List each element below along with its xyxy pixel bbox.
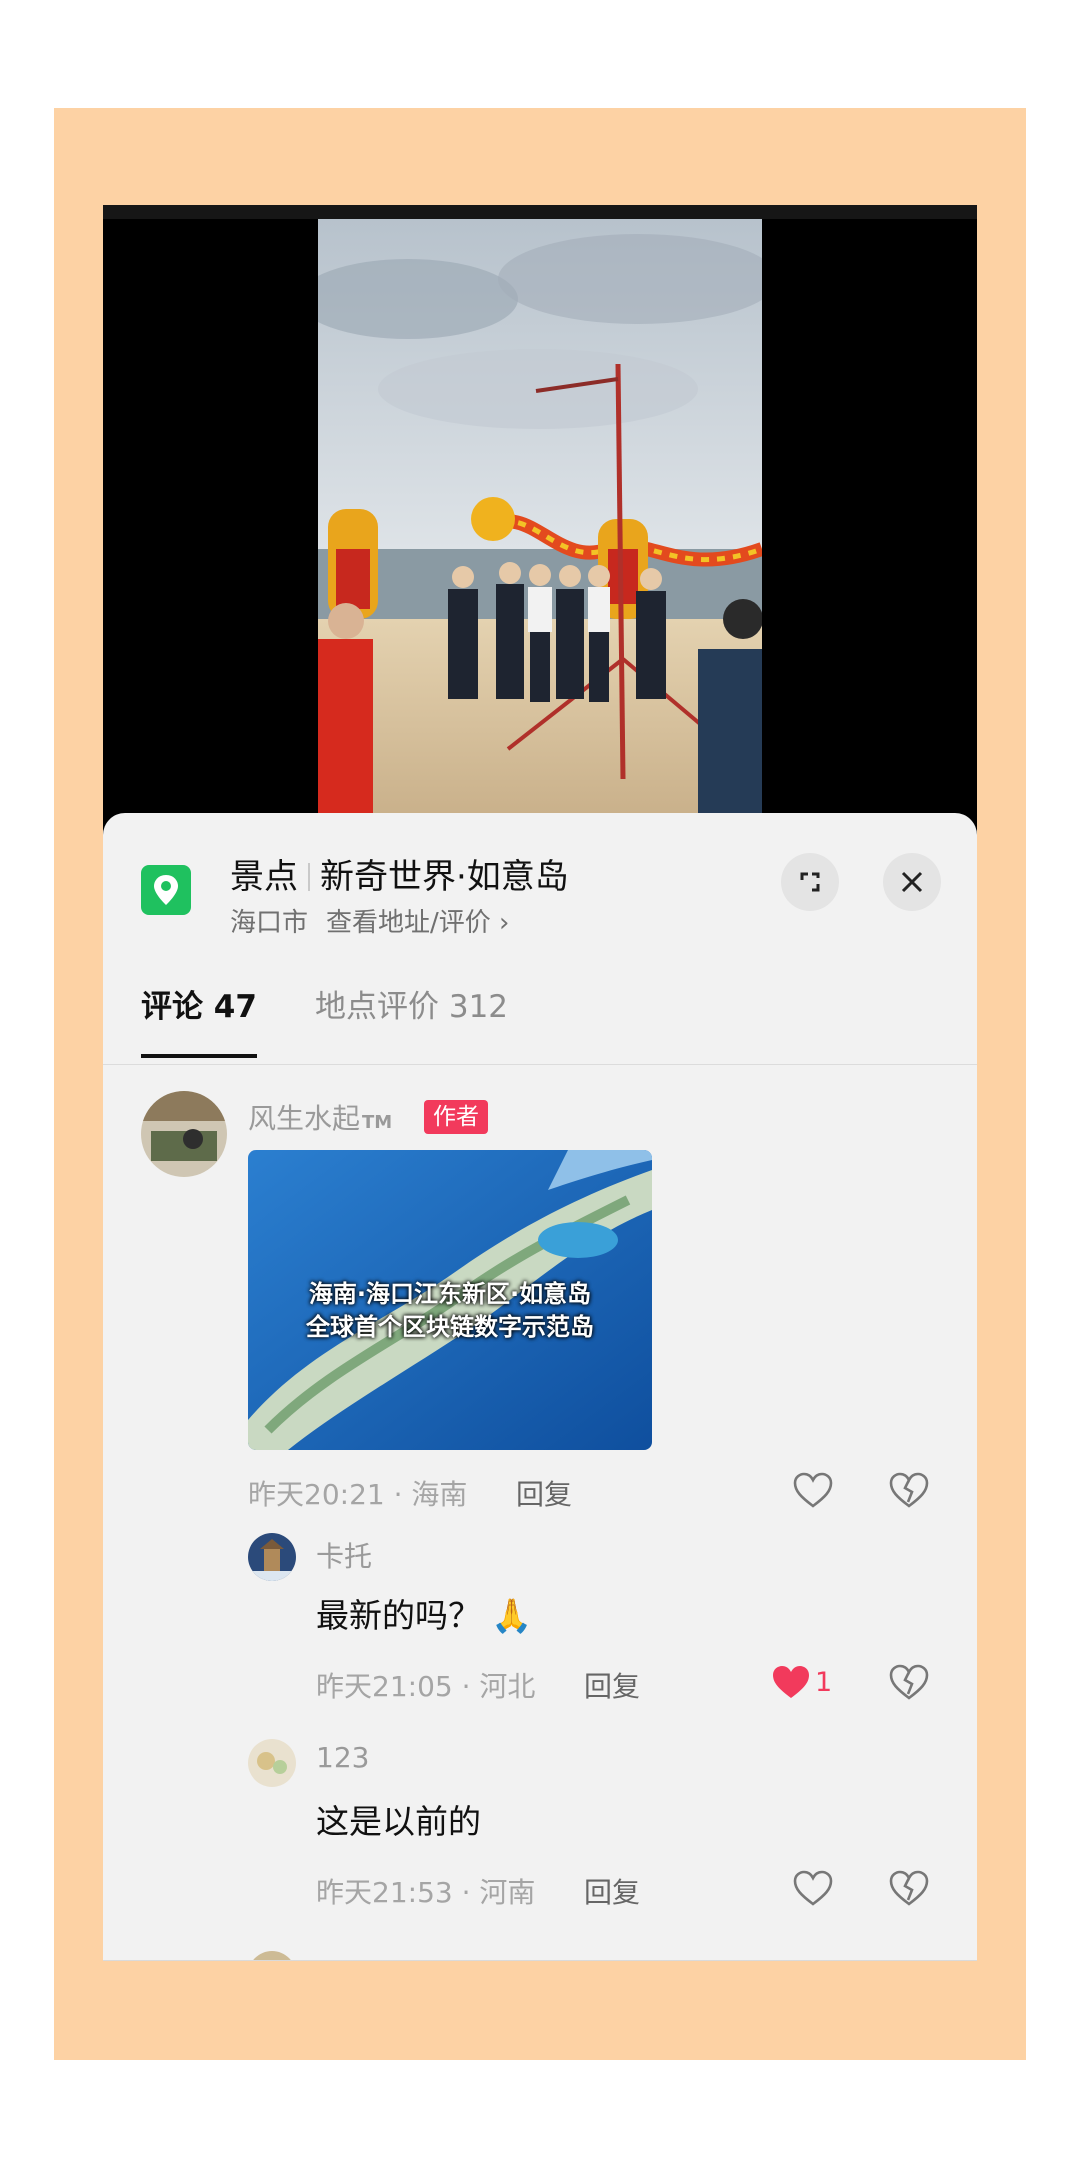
reply-button[interactable]: 回复 — [584, 1665, 640, 1705]
location-subline: 海口市 查看地址/评价 › — [230, 902, 509, 939]
reply-meta: 昨天21:53 · 河南 — [316, 1876, 536, 1909]
tab-comments[interactable]: 评论 47 — [141, 981, 257, 1026]
expand-button[interactable] — [781, 853, 839, 911]
reply-username[interactable]: 123 — [316, 1741, 369, 1774]
author-badge: 作者 — [424, 1100, 488, 1134]
view-address-link[interactable]: 查看地址/评价 › — [326, 908, 509, 938]
pray-emoji: 🙏 — [491, 1596, 533, 1635]
map-pin-icon — [141, 865, 191, 915]
video-player[interactable] — [318, 219, 762, 819]
phone-screen: 景点新奇世界·如意岛 海口市查看地址/评价 › 评论 47 地点评价 312 — [103, 205, 977, 1961]
reply-button[interactable]: 回复 — [516, 1473, 572, 1513]
avatar[interactable] — [141, 1091, 227, 1177]
heart-icon[interactable] — [791, 1867, 835, 1911]
comment-image[interactable]: 海南·海口江东新区·如意岛 全球首个区块链数字示范岛 — [248, 1150, 652, 1450]
close-button[interactable] — [883, 853, 941, 911]
image-caption-line2: 全球首个区块链数字示范岛 — [306, 1313, 594, 1341]
reply-meta: 昨天21:05 · 河北 — [316, 1670, 536, 1703]
reply-username[interactable]: 卡托 — [316, 1535, 372, 1575]
reply-text-body: 最新的吗？ — [316, 1596, 481, 1635]
broken-heart-icon[interactable] — [887, 1469, 931, 1513]
tab-divider — [103, 1064, 977, 1065]
reply-text: 最新的吗？ 🙏 — [316, 1589, 532, 1637]
bottom-divider — [103, 1960, 977, 1961]
reply-text: 这是以前的 — [316, 1802, 481, 1841]
expand-icon — [800, 872, 820, 892]
location-category: 景点 — [230, 857, 298, 897]
comment-username[interactable]: 风生水起 TM — [248, 1097, 392, 1137]
location-title[interactable]: 景点 新奇世界·如意岛 — [230, 849, 569, 898]
title-separator — [308, 863, 310, 891]
like-count: 1 — [815, 1667, 833, 1698]
trademark-mark: TM — [362, 1112, 393, 1133]
tab-place-reviews[interactable]: 地点评价 312 — [315, 981, 508, 1026]
heart-icon[interactable] — [769, 1661, 813, 1705]
status-strip — [103, 205, 977, 219]
image-caption-line1: 海南·海口江东新区·如意岛 — [308, 1280, 592, 1308]
comment-meta: 昨天20:21 · 海南 — [248, 1478, 468, 1511]
active-tab-indicator — [141, 1054, 257, 1058]
username-text: 风生水起 — [248, 1102, 361, 1135]
heart-icon[interactable] — [791, 1469, 835, 1513]
close-icon — [901, 871, 923, 893]
avatar[interactable] — [248, 1739, 296, 1787]
location-city: 海口市 — [230, 908, 309, 938]
location-name: 新奇世界·如意岛 — [320, 857, 569, 897]
avatar[interactable] — [248, 1533, 296, 1581]
comment-sheet: 景点新奇世界·如意岛 海口市查看地址/评价 › 评论 47 地点评价 312 — [103, 813, 977, 1961]
broken-heart-icon[interactable] — [887, 1867, 931, 1911]
reply-button[interactable]: 回复 — [584, 1871, 640, 1911]
broken-heart-icon[interactable] — [887, 1661, 931, 1705]
